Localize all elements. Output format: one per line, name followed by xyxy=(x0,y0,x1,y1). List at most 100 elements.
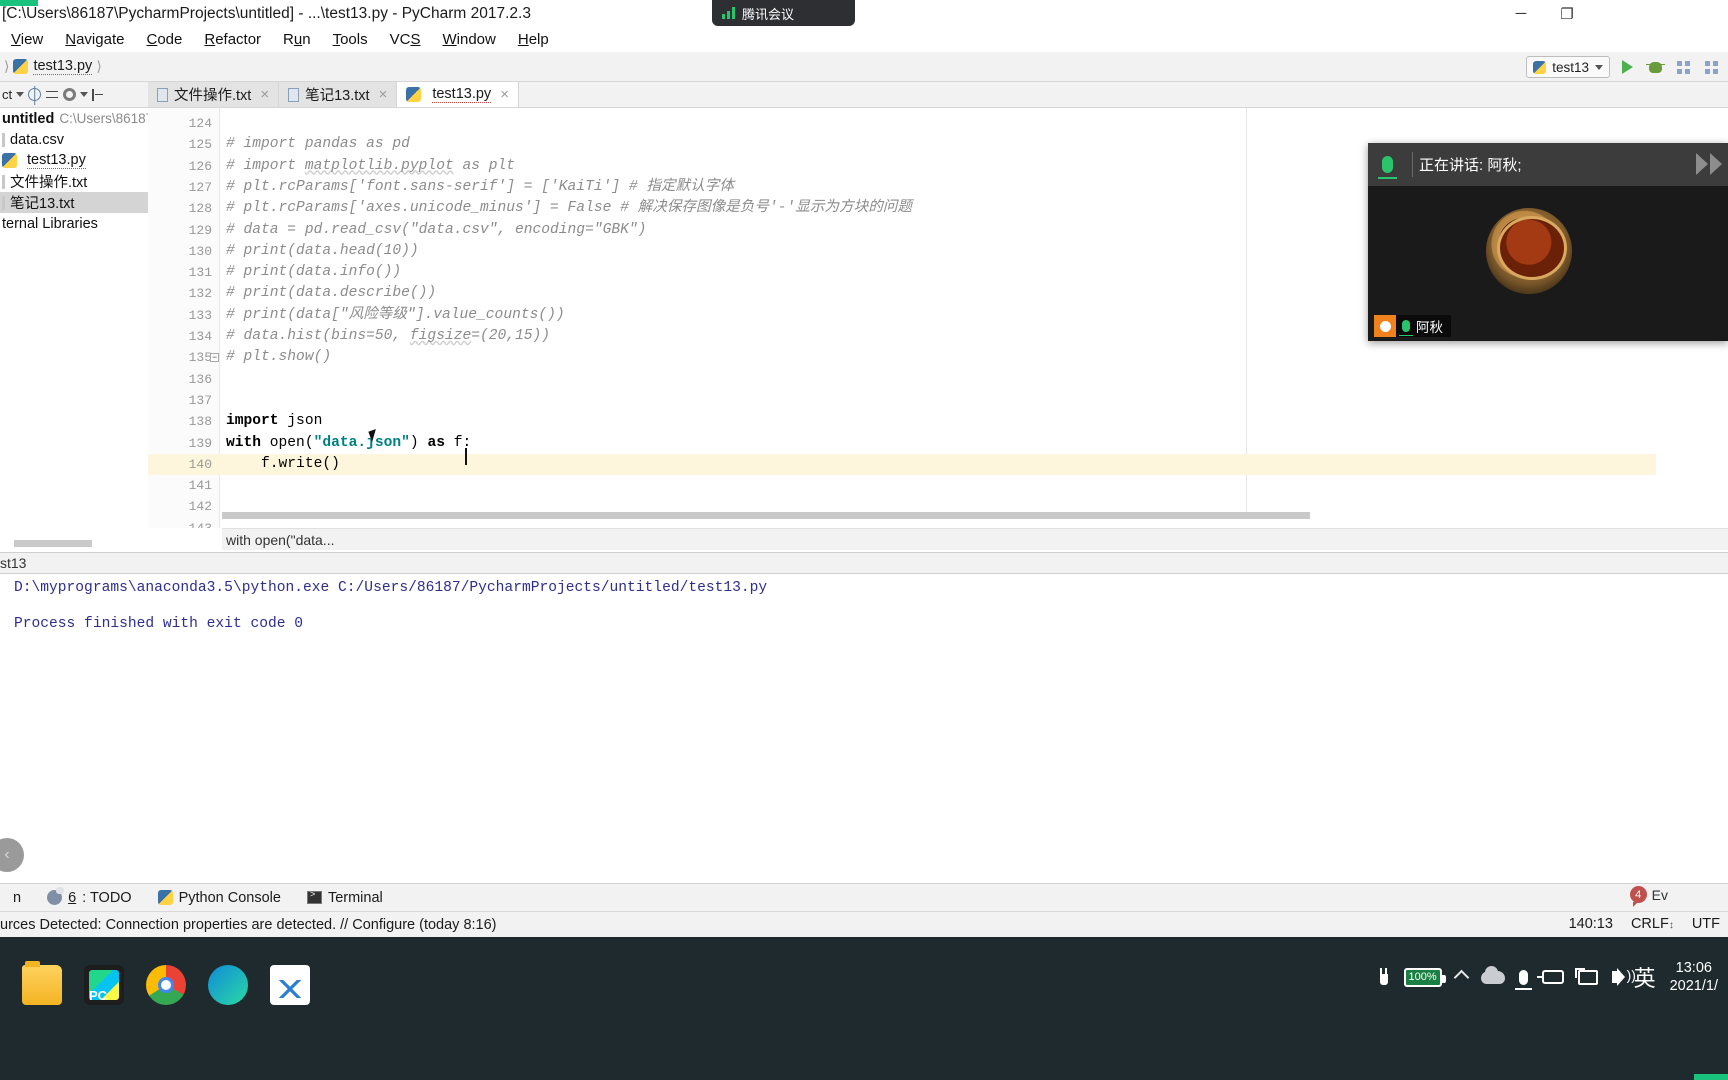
gear-icon[interactable] xyxy=(63,88,77,101)
sidebar-item[interactable]: data.csv xyxy=(0,129,148,150)
menu-item-help[interactable]: Help xyxy=(507,27,560,52)
editor-gutter-footer xyxy=(148,528,222,550)
file-encoding[interactable]: UTF xyxy=(1692,916,1720,932)
chevron-down-icon[interactable] xyxy=(16,92,25,97)
editor-line-row[interactable] xyxy=(148,518,1656,528)
onedrive-icon[interactable] xyxy=(1480,965,1505,984)
power-plug-icon[interactable] xyxy=(1377,968,1390,986)
header-divider xyxy=(1412,152,1413,177)
tencent-meeting-window[interactable]: 正在讲话: 阿秋; 阿秋 xyxy=(1368,143,1728,341)
caret-position[interactable]: 140:13 xyxy=(1569,916,1613,932)
chevron-up-icon[interactable] xyxy=(1453,969,1469,985)
coverage-button[interactable] xyxy=(1672,56,1694,78)
code-token: f.write( xyxy=(226,455,332,472)
sidebar-horizontal-scrollbar[interactable] xyxy=(14,540,92,547)
event-log-button[interactable]: 4 Ev xyxy=(1629,886,1668,907)
code-token: # print(data["风险等级"].value_counts()) xyxy=(226,306,565,323)
run-console-output[interactable]: D:\myprograms\anaconda3.5\python.exe C:/… xyxy=(0,574,1728,882)
debug-button[interactable] xyxy=(1644,56,1666,78)
profile-icon xyxy=(1704,60,1718,74)
editor-line-row[interactable] xyxy=(148,390,1656,411)
microphone-tray-icon[interactable] xyxy=(1514,969,1532,990)
console-line-command: D:\myprograms\anaconda3.5\python.exe C:/… xyxy=(14,580,768,596)
code-token: # plt.rcParams['font.sans-serif'] = ['Ka… xyxy=(226,178,734,195)
sidebar-project-root[interactable]: untitled C:\Users\86187\ xyxy=(0,108,148,129)
editor-horizontal-scrollbar[interactable] xyxy=(222,512,1310,519)
line-number: 136 xyxy=(188,371,212,387)
chevron-down-icon xyxy=(1595,64,1603,70)
run-configuration-selector[interactable]: test13 xyxy=(1526,56,1610,78)
editor-line-row[interactable] xyxy=(148,369,1656,390)
close-icon[interactable]: × xyxy=(379,86,388,103)
console-line-exit: Process finished with exit code 0 xyxy=(14,616,304,632)
editor-tab-label: 文件操作.txt xyxy=(174,88,252,104)
gear-chevron-down-icon[interactable] xyxy=(80,92,89,97)
notification-indicator[interactable] xyxy=(1694,1074,1728,1080)
code-line-text: # print(data["风险等级"].value_counts()) xyxy=(226,305,565,326)
chrome-icon[interactable] xyxy=(146,965,186,1005)
sidebar-item[interactable]: ternal Libraries xyxy=(0,213,148,234)
tencent-meeting-pill[interactable]: 腾讯会议 xyxy=(712,0,855,26)
battery-icon[interactable]: 100% xyxy=(1403,967,1446,987)
line-number: 139 xyxy=(188,435,212,451)
editor-line-row[interactable] xyxy=(148,347,1656,368)
close-icon[interactable]: × xyxy=(260,86,269,103)
code-token: with xyxy=(226,434,262,451)
tool-window-python-console[interactable]: Python Console xyxy=(145,890,294,906)
close-icon[interactable]: × xyxy=(500,86,509,103)
folder-icon[interactable] xyxy=(22,961,62,1005)
network-device-icon[interactable] xyxy=(1536,970,1564,984)
pycharm-icon[interactable] xyxy=(84,965,124,1005)
line-number: 127 xyxy=(188,179,212,195)
ime-indicator[interactable]: 英 xyxy=(1634,961,1656,993)
collapse-all-icon[interactable] xyxy=(45,89,59,101)
code-token: matplotlib.pyplot xyxy=(304,157,454,174)
tool-window-terminal[interactable]: Terminal xyxy=(294,890,396,906)
menu-item-window[interactable]: Window xyxy=(431,27,506,52)
speaker-icon[interactable] xyxy=(1611,967,1636,986)
chart-icon[interactable] xyxy=(270,965,310,1005)
window-minimize-button[interactable]: ─ xyxy=(1498,0,1544,27)
scroll-from-source-icon[interactable] xyxy=(28,88,42,101)
hide-sidebar-icon[interactable] xyxy=(92,88,104,101)
line-separator[interactable]: CRLF↕ xyxy=(1631,916,1674,932)
display-icon[interactable] xyxy=(1574,967,1598,985)
editor-tab[interactable]: 笔记13.txt × xyxy=(279,82,398,107)
status-message[interactable]: urces Detected: Connection properties ar… xyxy=(0,917,497,933)
menu-item-tools[interactable]: Tools xyxy=(322,27,379,52)
editor-tab[interactable]: 文件操作.txt × xyxy=(148,82,280,107)
sidebar-item[interactable]: 文件操作.txt xyxy=(0,171,148,192)
code-token: json xyxy=(278,413,323,430)
menu-item-navigate[interactable]: Navigate xyxy=(54,27,135,52)
sidebar-item[interactable]: 笔记13.txt xyxy=(0,192,148,213)
window-maximize-button[interactable]: ❐ xyxy=(1544,0,1590,27)
menu-item-refactor[interactable]: Refactor xyxy=(193,27,272,52)
code-fold-icon[interactable]: − xyxy=(210,353,219,363)
code-token: figsize xyxy=(409,328,472,344)
code-token: # data.hist(bins=50, xyxy=(226,328,410,344)
editor-line-row[interactable] xyxy=(148,475,1656,496)
menu-item-code[interactable]: Code xyxy=(135,27,193,52)
text-file-icon xyxy=(288,87,300,102)
editor-line-row[interactable] xyxy=(148,453,1656,476)
tool-window-todo[interactable]: 6 : TODO xyxy=(34,887,145,906)
csv-file-icon xyxy=(2,132,5,147)
menu-item-view[interactable]: View xyxy=(0,27,54,52)
menu-item-vcs[interactable]: VCS xyxy=(379,27,432,52)
avatar xyxy=(1374,315,1396,337)
editor-tab[interactable]: test13.py × xyxy=(397,82,519,107)
taskbar-clock[interactable]: 13:06 2021/1/ xyxy=(1670,959,1718,995)
editor-line-row[interactable] xyxy=(148,411,1656,432)
code-structure-breadcrumb[interactable]: with open("data... xyxy=(222,528,1728,550)
code-token: f: xyxy=(444,434,472,451)
menu-item-run[interactable]: Run xyxy=(272,27,322,52)
edge-icon[interactable] xyxy=(208,965,248,1005)
breadcrumb-file[interactable]: test13.py xyxy=(13,58,93,75)
editor-line-row[interactable] xyxy=(148,113,1656,134)
profile-button[interactable] xyxy=(1700,56,1722,78)
run-tool-window-header: st13 xyxy=(0,552,1728,574)
sidebar-item[interactable]: test13.py xyxy=(0,150,148,171)
expand-chevrons-icon[interactable] xyxy=(1696,153,1722,175)
run-button[interactable] xyxy=(1616,56,1638,78)
